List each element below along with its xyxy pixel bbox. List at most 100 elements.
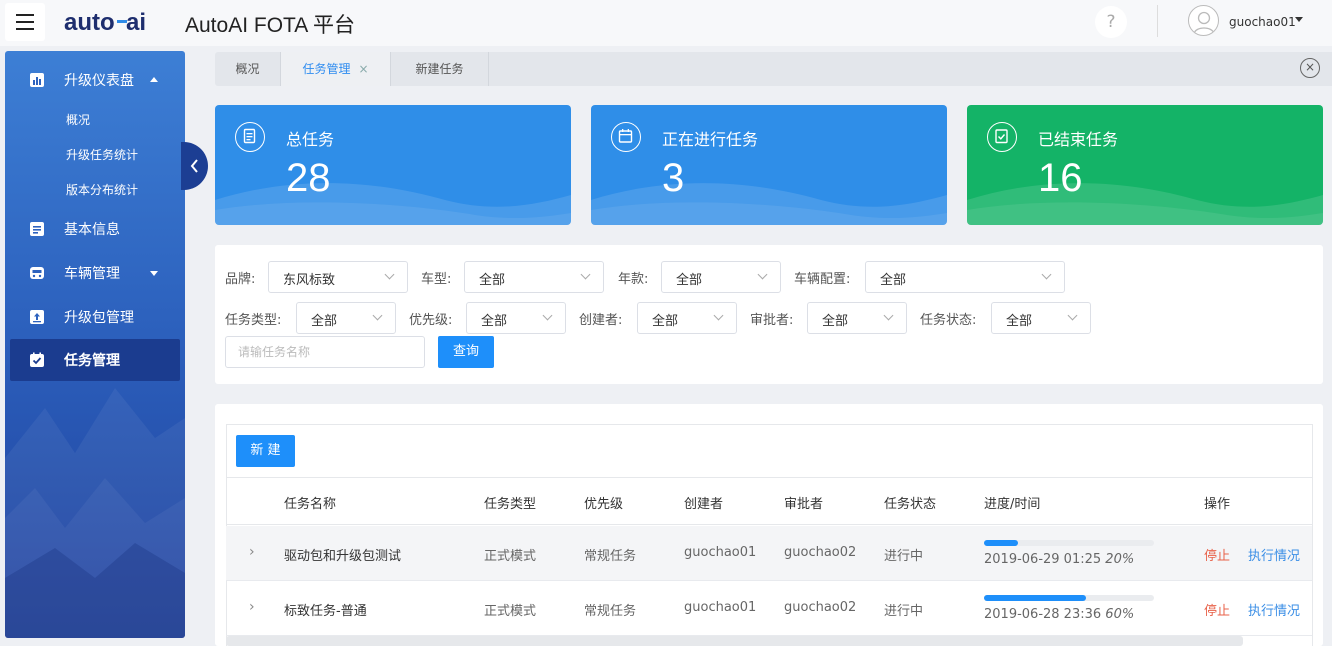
- stop-button[interactable]: 停止: [1204, 600, 1230, 619]
- chevron-down-icon: [757, 269, 768, 280]
- chart-icon: [30, 73, 44, 87]
- vehicle-icon: [30, 267, 44, 279]
- task-name: 驱动包和升级包测试: [284, 549, 402, 564]
- sidebar-item-label: 升级包管理: [64, 310, 134, 326]
- select-value: 全部: [822, 314, 849, 329]
- stat-title: 正在进行任务: [662, 130, 759, 149]
- creator-select[interactable]: 全部: [637, 302, 737, 334]
- progress-fill: [984, 595, 1086, 601]
- sidebar-item-vehicles[interactable]: 车辆管理: [5, 253, 185, 293]
- sidebar-item-label: 任务管理: [64, 353, 120, 369]
- sidebar-subitem-overview[interactable]: 概况: [66, 111, 90, 128]
- config-select[interactable]: 全部: [865, 261, 1065, 293]
- clipboard-check-icon: [987, 122, 1017, 152]
- col-task-type: 任务类型: [484, 497, 537, 512]
- brand-select[interactable]: 东风标致: [268, 261, 408, 293]
- time-text: 2019-06-28 23:36: [984, 607, 1102, 622]
- task-approver: guochao02: [784, 545, 857, 560]
- stat-card-in-progress: 正在进行任务 3: [591, 105, 947, 225]
- wave-decoration: [967, 183, 1323, 225]
- tab-task-management[interactable]: 任务管理 ×: [281, 52, 391, 86]
- chevron-down-icon: [384, 269, 395, 280]
- progress-time: 2019-06-29 01:25 20%: [984, 552, 1134, 567]
- chevron-left-icon: [190, 159, 198, 173]
- stop-button[interactable]: 停止: [1204, 545, 1230, 564]
- progress-time: 2019-06-28 23:36 60%: [984, 607, 1134, 622]
- sidebar-item-tasks[interactable]: 任务管理: [10, 339, 180, 381]
- sidebar-item-label: 升级仪表盘: [64, 73, 134, 89]
- execution-details-link[interactable]: 执行情况: [1248, 545, 1300, 564]
- stat-card-total: 总任务 28: [215, 105, 571, 225]
- col-priority: 优先级: [584, 497, 624, 512]
- col-progress: 进度/时间: [984, 497, 1041, 512]
- caret-down-icon[interactable]: [1295, 17, 1303, 22]
- caret-down-icon: [150, 271, 158, 276]
- priority-select[interactable]: 全部: [466, 302, 566, 334]
- year-label: 年款:: [618, 272, 649, 287]
- execution-details-link[interactable]: 执行情况: [1248, 600, 1300, 619]
- percent-text: 20%: [1105, 552, 1135, 567]
- col-task-name: 任务名称: [284, 497, 337, 512]
- calendar-icon: [611, 122, 641, 152]
- model-select[interactable]: 全部: [464, 261, 604, 293]
- stat-title: 已结束任务: [1038, 130, 1119, 149]
- task-name-search-input[interactable]: [225, 336, 425, 368]
- task-approver: guochao02: [784, 600, 857, 615]
- app-title: AutoAI FOTA 平台: [185, 14, 355, 37]
- approver-select[interactable]: 全部: [807, 302, 907, 334]
- sidebar-collapse-button[interactable]: [181, 142, 208, 190]
- select-value: 全部: [311, 314, 338, 329]
- chevron-down-icon: [542, 310, 553, 321]
- hamburger-menu-icon[interactable]: [5, 3, 45, 41]
- progress-bar: [984, 595, 1154, 601]
- task-type: 正式模式: [484, 549, 537, 564]
- task-creator: guochao01: [684, 600, 757, 615]
- progress-bar: [984, 540, 1154, 546]
- model-label: 车型:: [421, 272, 452, 287]
- close-all-tabs-icon[interactable]: ×: [1300, 58, 1320, 78]
- tab-bar: 概况 任务管理 × 新建任务: [215, 52, 1332, 86]
- sidebar-item-dashboard[interactable]: 升级仪表盘: [5, 60, 185, 100]
- select-value: 全部: [880, 273, 907, 288]
- horizontal-scrollbar[interactable]: [226, 636, 1243, 646]
- sidebar-subitem-version-stats[interactable]: 版本分布统计: [66, 181, 138, 198]
- divider: [1157, 5, 1158, 37]
- stat-value: 3: [662, 156, 685, 200]
- status-label: 任务状态:: [920, 313, 977, 328]
- tab-overview[interactable]: 概况: [215, 52, 281, 86]
- progress-fill: [984, 540, 1018, 546]
- tab-label: 概况: [235, 62, 260, 76]
- username[interactable]: guochao01: [1229, 15, 1296, 29]
- status-select[interactable]: 全部: [991, 302, 1091, 334]
- expand-row-icon[interactable]: ›: [249, 544, 255, 560]
- task-check-icon: [30, 352, 44, 367]
- help-icon[interactable]: ?: [1095, 6, 1127, 38]
- select-value: 全部: [1006, 314, 1033, 329]
- expand-row-icon[interactable]: ›: [249, 599, 255, 615]
- chevron-down-icon: [1067, 310, 1078, 321]
- tab-close-icon[interactable]: ×: [358, 62, 368, 76]
- query-button[interactable]: 查询: [438, 336, 494, 368]
- table-row[interactable]: › 驱动包和升级包测试 正式模式 常规任务 guochao01 guochao0…: [226, 526, 1312, 581]
- task-type-select[interactable]: 全部: [296, 302, 396, 334]
- select-value: 全部: [676, 273, 703, 288]
- avatar[interactable]: [1188, 5, 1219, 36]
- tab-new-task[interactable]: 新建任务: [391, 52, 489, 86]
- svg-text:ai: ai: [126, 9, 146, 36]
- sidebar-item-basic-info[interactable]: 基本信息: [5, 209, 185, 249]
- stat-card-finished: 已结束任务 16: [967, 105, 1323, 225]
- task-name: 标致任务-普通: [284, 604, 367, 619]
- year-select[interactable]: 全部: [661, 261, 781, 293]
- clipboard-icon: [235, 122, 265, 152]
- table-row[interactable]: › 标致任务-普通 正式模式 常规任务 guochao01 guochao02 …: [226, 581, 1312, 636]
- col-creator: 创建者: [684, 497, 724, 512]
- approver-label: 审批者:: [750, 313, 794, 328]
- new-task-button[interactable]: 新 建: [236, 435, 295, 467]
- wave-decoration: [215, 183, 571, 225]
- chevron-down-icon: [580, 269, 591, 280]
- sidebar: 升级仪表盘 概况 升级任务统计 版本分布统计 基本信息 车辆管理 升级包管理 任…: [5, 51, 185, 638]
- sidebar-subitem-upgrade-stats[interactable]: 升级任务统计: [66, 146, 138, 163]
- sidebar-item-label: 基本信息: [64, 222, 120, 238]
- percent-text: 60%: [1105, 607, 1135, 622]
- sidebar-item-packages[interactable]: 升级包管理: [5, 297, 185, 337]
